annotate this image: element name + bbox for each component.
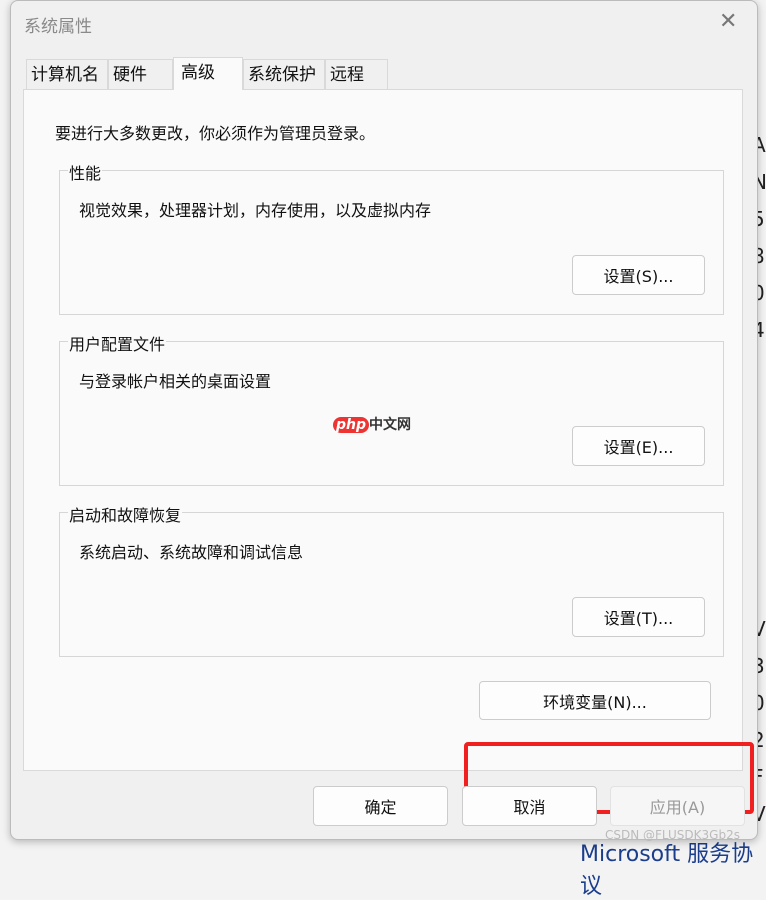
performance-settings-button[interactable]: 设置(S)... <box>572 255 705 295</box>
php-logo: php <box>333 417 370 433</box>
group-title: 用户配置文件 <box>68 331 167 355</box>
cancel-button[interactable]: 取消 <box>462 786 597 826</box>
ok-button[interactable]: 确定 <box>313 786 448 826</box>
php-text: 中文网 <box>369 417 412 433</box>
tab-system-protection[interactable]: 系统保护 <box>243 59 325 89</box>
performance-group: 性能 视觉效果，处理器计划，内存使用，以及虚拟内存 设置(S)... <box>59 160 724 315</box>
close-icon[interactable]: ✕ <box>719 9 737 34</box>
dialog-title: 系统属性 <box>24 17 92 37</box>
group-title: 性能 <box>68 160 103 184</box>
startup-recovery-settings-button[interactable]: 设置(T)... <box>572 597 705 637</box>
php-watermark: php 中文网 <box>333 414 411 434</box>
group-description: 系统启动、系统故障和调试信息 <box>79 543 304 562</box>
admin-notice: 要进行大多数更改，你必须作为管理员登录。 <box>55 124 376 143</box>
group-description: 视觉效果，处理器计划，内存使用，以及虚拟内存 <box>79 201 432 220</box>
tab-advanced[interactable]: 高级 <box>173 57 243 90</box>
startup-recovery-group: 启动和故障恢复 系统启动、系统故障和调试信息 设置(T)... <box>59 502 724 657</box>
user-profiles-settings-button[interactable]: 设置(E)... <box>572 426 705 466</box>
environment-variables-button[interactable]: 环境变量(N)... <box>479 681 711 720</box>
apply-button[interactable]: 应用(A) <box>610 786 745 826</box>
group-title: 启动和故障恢复 <box>68 502 183 526</box>
csdn-watermark: CSDN @FLUSDK3Gb2s <box>605 828 740 842</box>
tab-computer-name[interactable]: 计算机名 <box>26 59 108 89</box>
tab-hardware[interactable]: 硬件 <box>108 59 173 89</box>
group-description: 与登录帐户相关的桌面设置 <box>79 372 272 391</box>
tab-remote[interactable]: 远程 <box>325 59 388 89</box>
bg-link: Microsoft 服务协议 <box>580 842 754 899</box>
